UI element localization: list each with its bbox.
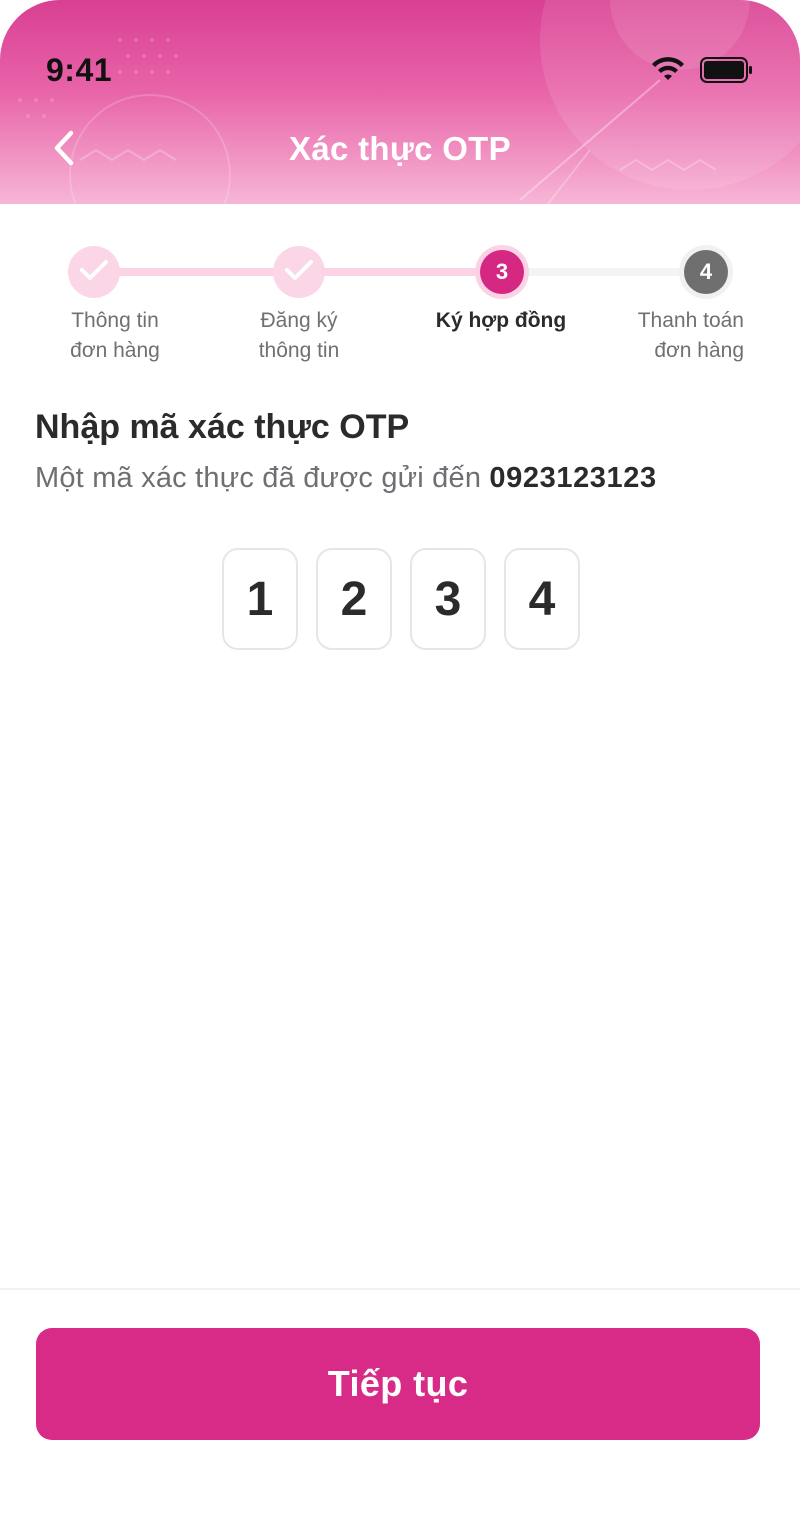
step-3-circle: 3 [480, 250, 524, 294]
stepper-track-3 [502, 268, 706, 276]
otp-phone-number: 0923123123 [489, 462, 657, 494]
check-icon [79, 258, 109, 287]
otp-title: Nhập mã xác thực OTP [35, 408, 410, 446]
otp-description: Một mã xác thực đã được gửi đến 09231231… [35, 462, 657, 495]
progress-stepper: 3 4 Thông tin đơn hàng Đăng ký thông tin… [0, 204, 800, 384]
check-icon [284, 258, 314, 287]
stepper-track-2 [300, 268, 502, 276]
step-1-circle [68, 246, 120, 298]
step-4-label: Thanh toán đơn hàng [637, 309, 744, 362]
header: 9:41 Xác thực OTP [0, 0, 800, 204]
footer-divider [0, 1288, 800, 1290]
page-title: Xác thực OTP [289, 130, 511, 167]
step-2-circle [273, 246, 325, 298]
otp-digit-3[interactable]: 3 [410, 548, 486, 650]
wifi-icon [650, 56, 686, 89]
stepper-track-1 [94, 268, 300, 276]
header-decoration [18, 0, 800, 204]
step-3-number: 3 [495, 259, 509, 284]
continue-button[interactable]: Tiếp tục [36, 1328, 760, 1440]
otp-digit-4[interactable]: 4 [504, 548, 580, 650]
step-2-label: Đăng ký thông tin [258, 309, 340, 362]
step-1-label: Thông tin đơn hàng [70, 309, 160, 362]
status-time: 9:41 [46, 52, 113, 88]
otp-description-text: Một mã xác thực đã được gửi đến [35, 462, 482, 494]
otp-digit-1[interactable]: 1 [222, 548, 298, 650]
step-4-circle: 4 [684, 250, 728, 294]
screen: 9:41 Xác thực OTP 3 4 Thông tin đơn hàng… [0, 0, 800, 1520]
otp-input-group: 1 2 3 4 [222, 548, 580, 650]
battery-icon [700, 57, 754, 88]
step-3-label: Ký hợp đồng [435, 309, 567, 332]
otp-digit-2[interactable]: 2 [316, 548, 392, 650]
step-4-number: 4 [699, 259, 713, 284]
status-icons [650, 56, 754, 89]
